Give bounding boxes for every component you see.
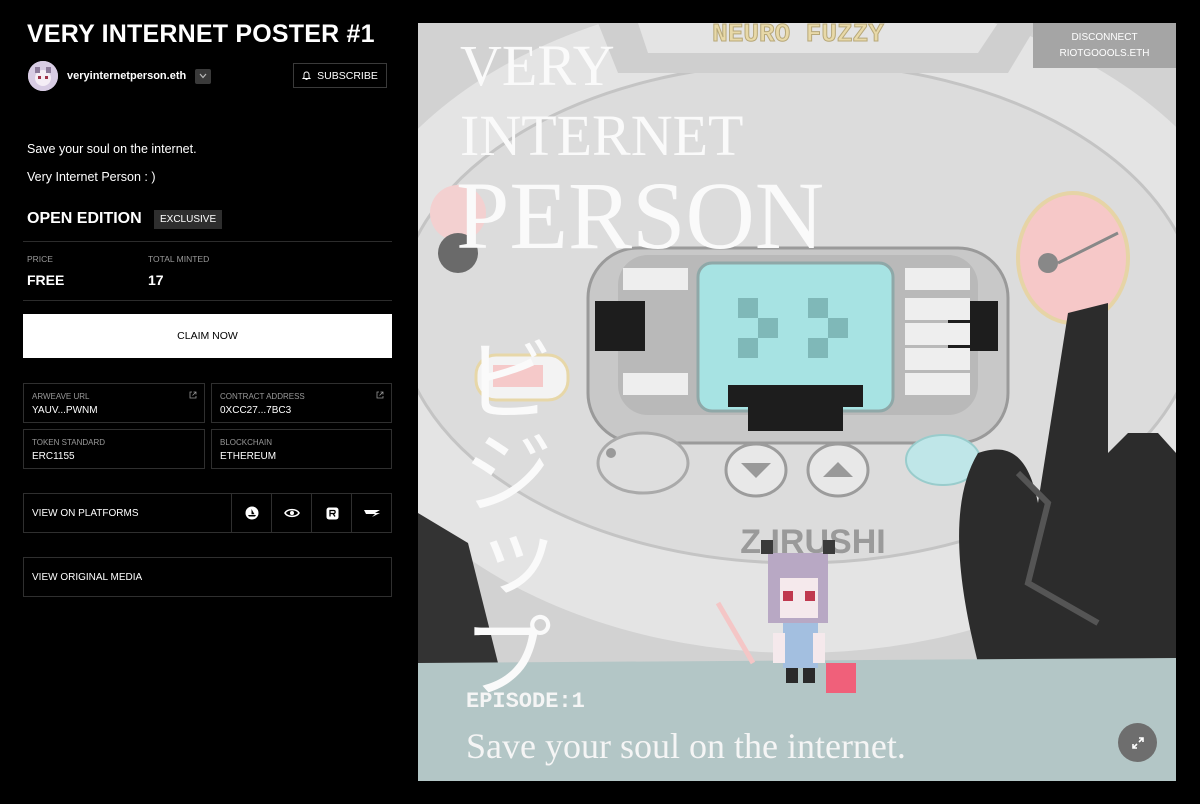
- description-line: Save your soul on the internet.: [27, 142, 197, 156]
- exclusive-badge: EXCLUSIVE: [154, 210, 223, 229]
- total-minted-label: TOTAL MINTED: [148, 254, 210, 264]
- contract-address-link[interactable]: CONTRACT ADDRESS 0XCC27...7BC3: [211, 383, 392, 423]
- token-standard-box: TOKEN STANDARD ERC1155: [23, 429, 205, 469]
- avatar[interactable]: [28, 61, 58, 91]
- arweave-label: ARWEAVE URL: [32, 392, 90, 401]
- rarible-icon[interactable]: [311, 494, 352, 532]
- artwork-poster: NEURO FUZZY Z IRUSHI VERY INTERNET PERSO…: [418, 23, 1176, 781]
- price-label: PRICE: [27, 254, 53, 264]
- edition-type: OPEN EDITION: [27, 210, 142, 227]
- description-line: Very Internet Person : ): [27, 170, 156, 184]
- blockchain-box: BLOCKCHAIN ETHEREUM: [211, 429, 392, 469]
- fullscreen-button[interactable]: [1118, 723, 1157, 762]
- subscribe-button[interactable]: SUBSCRIBE: [293, 63, 387, 88]
- token-standard-label: TOKEN STANDARD: [32, 438, 106, 447]
- external-link-icon: [376, 391, 384, 399]
- creator-row[interactable]: veryinternetperson.eth: [28, 61, 212, 91]
- price-value: FREE: [27, 272, 65, 288]
- divider: [23, 241, 392, 242]
- platforms-label: VIEW ON PLATFORMS: [32, 508, 139, 519]
- blockchain-label: BLOCKCHAIN: [220, 438, 273, 447]
- opensea-icon[interactable]: [231, 494, 272, 532]
- wallet-account: RIOTGOOOLS.ETH: [1059, 47, 1150, 59]
- subscribe-label: SUBSCRIBE: [317, 69, 378, 82]
- contract-value: 0XCC27...7BC3: [220, 405, 292, 416]
- chevron-down-icon[interactable]: [195, 68, 212, 84]
- episode-label: EPISODE:1: [466, 689, 585, 714]
- zora-icon[interactable]: [351, 494, 392, 532]
- original-media-label: VIEW ORIGINAL MEDIA: [32, 572, 143, 583]
- poster-caption: Save your soul on the internet.: [466, 726, 906, 766]
- bell-icon: [302, 71, 312, 80]
- disconnect-label: DISCONNECT: [1071, 31, 1138, 43]
- total-minted-value: 17: [148, 272, 164, 288]
- view-on-platforms: VIEW ON PLATFORMS: [23, 493, 392, 533]
- disconnect-wallet-button[interactable]: DISCONNECT RIOTGOOOLS.ETH: [1033, 23, 1176, 68]
- external-link-icon: [189, 391, 197, 399]
- eye-icon[interactable]: [271, 494, 312, 532]
- view-original-media-button[interactable]: VIEW ORIGINAL MEDIA: [23, 557, 392, 597]
- poster-title-line2: INTERNET: [460, 103, 744, 168]
- poster-title-line3: PERSON: [456, 162, 824, 269]
- katakana-text: ビジップ: [447, 333, 554, 701]
- arweave-value: YAUV...PWNM: [32, 405, 98, 416]
- expand-icon: [1131, 736, 1144, 749]
- poster-illustration: NEURO FUZZY Z IRUSHI VERY INTERNET PERSO…: [418, 23, 1176, 781]
- poster-title-line1: VERY: [460, 33, 615, 98]
- page-title: VERY INTERNET POSTER #1: [27, 20, 375, 48]
- info-panel: VERY INTERNET POSTER #1 veryinternetpers…: [0, 0, 410, 804]
- contract-label: CONTRACT ADDRESS: [220, 392, 305, 401]
- arweave-url-link[interactable]: ARWEAVE URL YAUV...PWNM: [23, 383, 205, 423]
- creator-name[interactable]: veryinternetperson.eth: [67, 70, 186, 82]
- token-standard-value: ERC1155: [32, 451, 75, 462]
- divider: [23, 300, 392, 301]
- blockchain-value: ETHEREUM: [220, 451, 277, 462]
- brand-top-text: NEURO FUZZY: [712, 23, 884, 49]
- claim-button[interactable]: CLAIM NOW: [23, 314, 392, 358]
